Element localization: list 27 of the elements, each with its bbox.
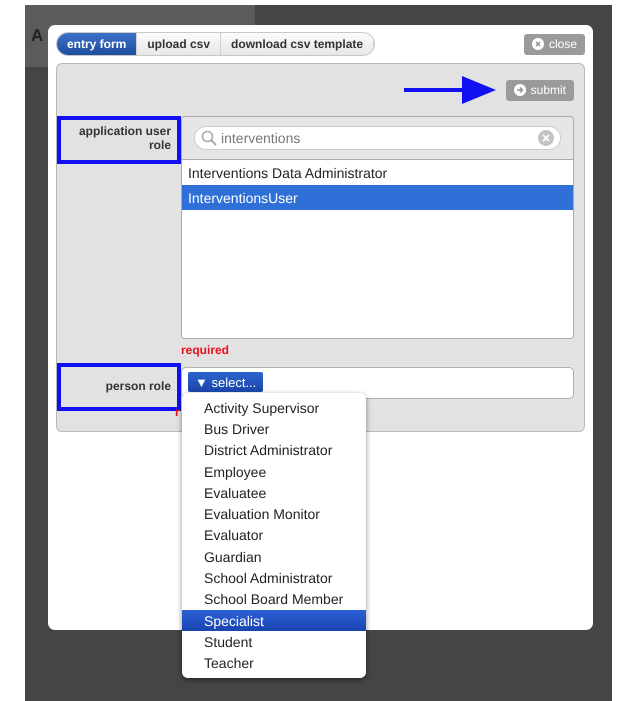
menu-item[interactable]: Activity Supervisor [182, 397, 366, 418]
tab[interactable]: download csv template [221, 33, 374, 55]
menu-item[interactable]: Specialist [182, 610, 366, 632]
menu-item[interactable]: Guardian [182, 546, 366, 568]
select-button[interactable]: ▼ select... [188, 372, 264, 392]
field-label: person role [57, 363, 181, 411]
menu-item[interactable]: Employee [182, 460, 366, 482]
arrow-right-icon [514, 84, 526, 96]
page-heading: A [31, 26, 44, 46]
menu-item[interactable]: District Administrator [182, 440, 366, 461]
menu-item[interactable]: Evaluatee [182, 482, 366, 504]
clear-icon[interactable] [538, 130, 554, 146]
search-icon [201, 130, 217, 146]
menu-item[interactable]: Bus Driver [182, 418, 366, 440]
menu-item[interactable]: Teacher [182, 652, 366, 674]
error-text: required [181, 343, 230, 357]
menu-item[interactable]: School Administrator [182, 567, 366, 589]
menu-item[interactable]: Evaluation Monitor [182, 503, 366, 525]
field-label: application user role [57, 116, 181, 164]
tab[interactable]: entry form [57, 33, 138, 55]
menu-item[interactable]: School Board Member [182, 588, 366, 610]
tab[interactable]: upload csv [137, 33, 222, 55]
menu-item[interactable]: Student [182, 631, 366, 653]
search-field[interactable]: interventions [194, 126, 561, 150]
menu-item[interactable]: Evaluator [182, 524, 366, 546]
close-icon [532, 38, 544, 50]
list-option[interactable]: InterventionsUser [182, 185, 573, 210]
